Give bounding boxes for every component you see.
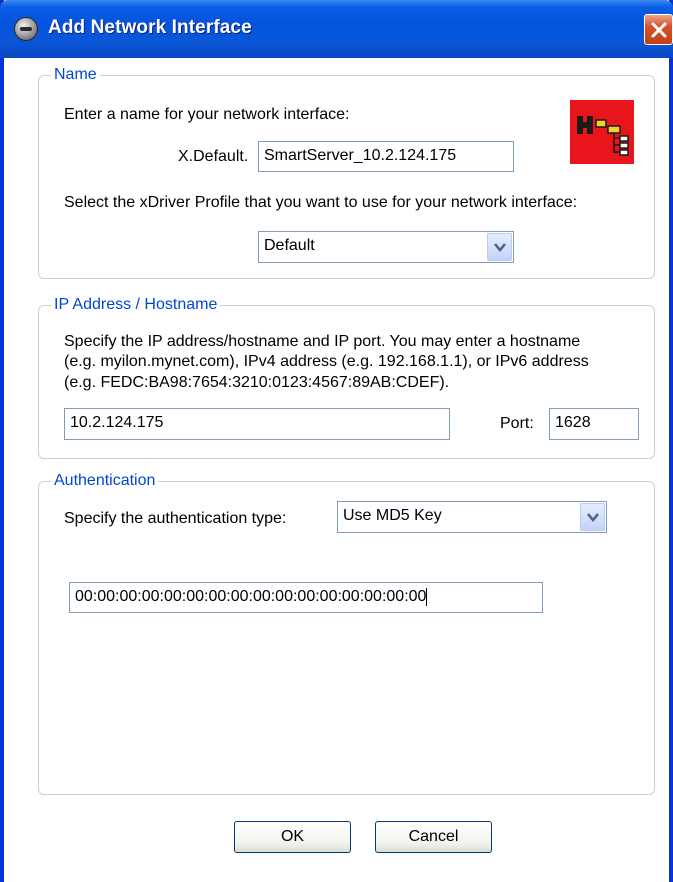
name-prefix-label: X.Default. bbox=[178, 148, 249, 165]
auth-type-label: Specify the authentication type: bbox=[64, 510, 287, 527]
port-input[interactable]: 1628 bbox=[549, 408, 639, 440]
auth-type-select-value: Use MD5 Key bbox=[343, 507, 442, 524]
port-label: Port: bbox=[500, 415, 534, 432]
auth-type-select[interactable]: Use MD5 Key bbox=[337, 501, 607, 533]
cancel-button[interactable]: Cancel bbox=[375, 821, 492, 853]
ok-button[interactable]: OK bbox=[234, 821, 351, 853]
md5-key-value: 00:00:00:00:00:00:00:00:00:00:00:00:00:0… bbox=[75, 588, 427, 605]
auth-group-legend: Authentication bbox=[51, 472, 159, 490]
ip-description-line3: (e.g. FEDC:BA98:7654:3210:0123:4567:89AB… bbox=[64, 374, 450, 391]
dialog-window: Add Network Interface Name Enter a name … bbox=[0, 0, 673, 882]
profile-select-value: Default bbox=[264, 237, 315, 254]
chevron-down-icon bbox=[494, 243, 506, 252]
profile-prompt: Select the xDriver Profile that you want… bbox=[64, 194, 578, 211]
profile-select[interactable]: Default bbox=[258, 231, 514, 263]
chevron-down-icon bbox=[587, 513, 599, 522]
network-globe-icon bbox=[14, 17, 38, 41]
name-prompt: Enter a name for your network interface: bbox=[64, 106, 350, 123]
md5-key-input[interactable]: 00:00:00:00:00:00:00:00:00:00:00:00:00:0… bbox=[69, 582, 543, 613]
title-bar[interactable]: Add Network Interface bbox=[0, 0, 673, 58]
interface-name-input[interactable]: SmartServer_10.2.124.175 bbox=[258, 141, 514, 172]
name-group-legend: Name bbox=[51, 66, 100, 84]
ip-description-line2: (e.g. myilon.mynet.com), IPv4 address (e… bbox=[64, 353, 589, 370]
ip-address-input[interactable]: 10.2.124.175 bbox=[64, 408, 450, 440]
auth-type-dropdown-button[interactable] bbox=[580, 503, 605, 531]
xdriver-logo-icon bbox=[570, 100, 634, 164]
close-button[interactable] bbox=[644, 14, 673, 45]
window-title: Add Network Interface bbox=[48, 17, 252, 38]
ip-group-legend: IP Address / Hostname bbox=[51, 296, 221, 314]
close-icon bbox=[651, 22, 667, 38]
profile-dropdown-button[interactable] bbox=[487, 233, 512, 261]
text-cursor bbox=[426, 587, 428, 606]
ip-description-line1: Specify the IP address/hostname and IP p… bbox=[64, 333, 581, 350]
